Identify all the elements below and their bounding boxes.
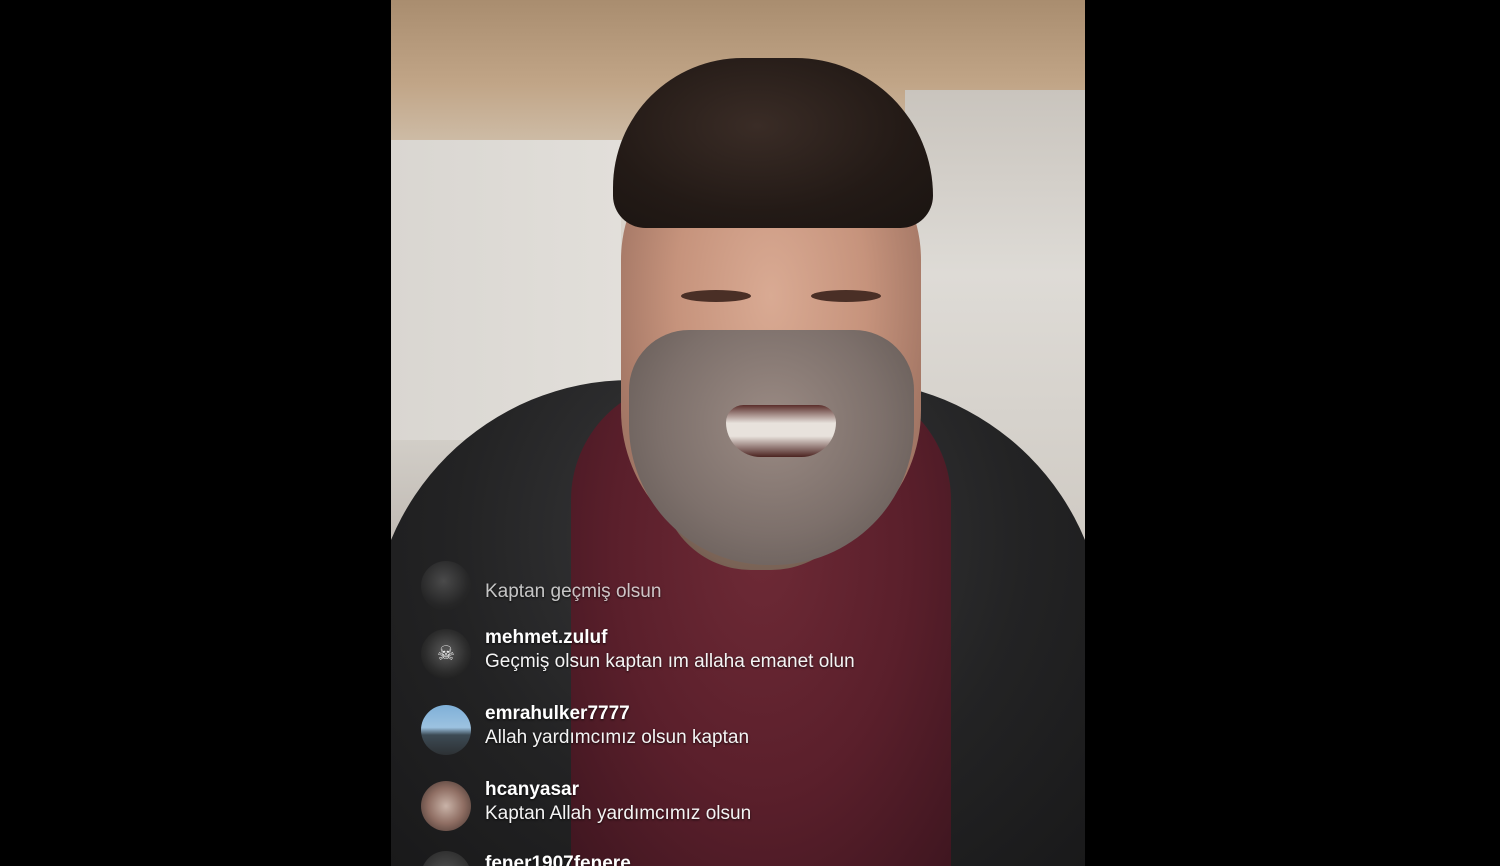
- comment-item: fener1907fenere: [411, 851, 1071, 866]
- comment-username[interactable]: mehmet.zuluf: [485, 627, 607, 649]
- comment-message: Kaptan geçmiş olsun: [485, 581, 662, 602]
- comment-item: emrahulker7777 Allah yardımcımız olsun k…: [411, 701, 1071, 761]
- person-eye-right: [811, 290, 881, 302]
- comment-message: Allah yardımcımız olsun kaptan: [485, 727, 750, 748]
- person-mouth: [726, 405, 836, 457]
- comment-message: Geçmiş olsun kaptan ım allaha emanet olu…: [485, 651, 855, 672]
- dark-profile-avatar-icon[interactable]: [421, 561, 471, 611]
- person-eye-left: [681, 290, 751, 302]
- comment-item: Kaptan geçmiş olsun: [411, 557, 1071, 617]
- dark-profile-avatar-icon[interactable]: ☠: [421, 629, 471, 679]
- comment-message: Kaptan Allah yardımcımız olsun: [485, 803, 752, 824]
- comment-item: ☠ mehmet.zuluf Geçmiş olsun kaptan ım al…: [411, 625, 1071, 685]
- group-photo-avatar-icon[interactable]: [421, 781, 471, 831]
- skull-icon: ☠: [437, 641, 455, 665]
- comment-username[interactable]: hcanyasar: [485, 779, 579, 801]
- live-comments-list: Kaptan geçmiş olsun ☠ mehmet.zuluf Geçmi…: [391, 555, 1085, 866]
- comment-username[interactable]: fener1907fenere: [485, 853, 631, 866]
- comment-username[interactable]: emrahulker7777: [485, 703, 630, 725]
- comment-item: hcanyasar Kaptan Allah yardımcımız olsun: [411, 777, 1071, 837]
- live-stream-screen: Kaptan geçmiş olsun ☠ mehmet.zuluf Geçmi…: [0, 0, 1500, 866]
- dark-profile-avatar-icon[interactable]: [421, 851, 471, 866]
- sky-photo-avatar-icon[interactable]: [421, 705, 471, 755]
